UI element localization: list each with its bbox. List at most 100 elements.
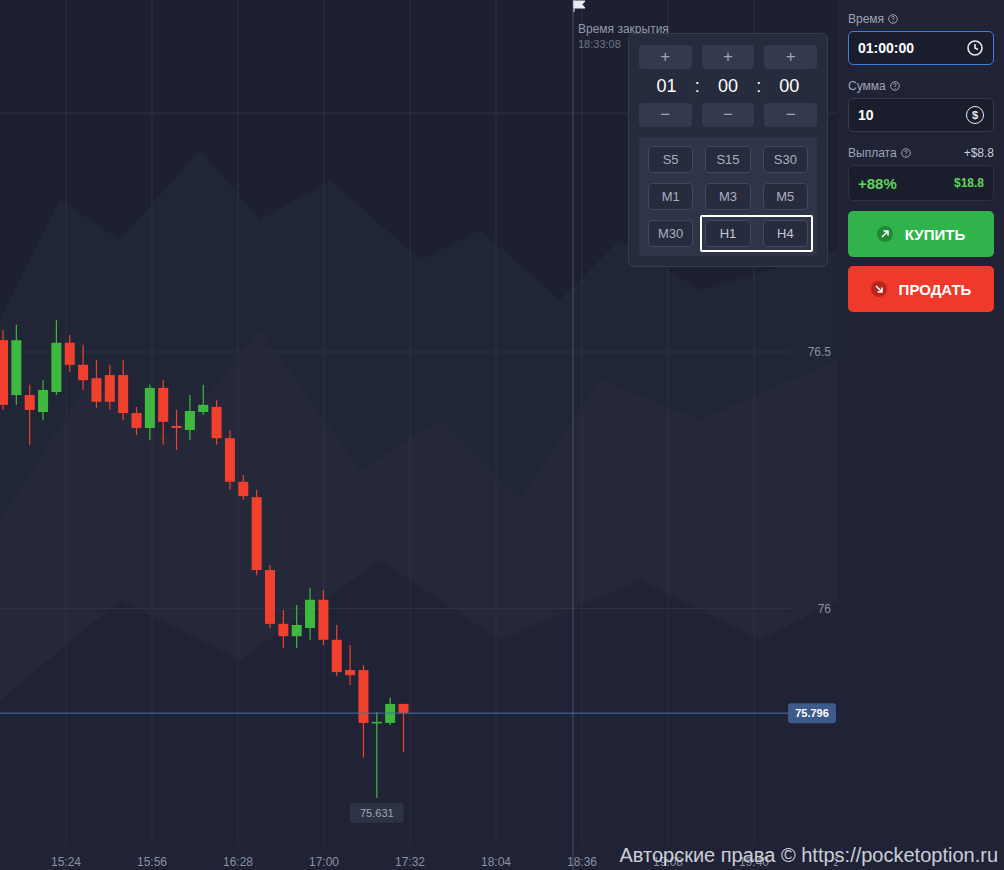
time-tick: 18:36 bbox=[567, 855, 597, 869]
candle bbox=[145, 385, 155, 440]
svg-text:75.631: 75.631 bbox=[360, 807, 394, 819]
candle bbox=[345, 645, 355, 685]
candle bbox=[238, 475, 248, 500]
preset-button[interactable]: S5 bbox=[648, 146, 693, 173]
sell-button[interactable]: ПРОДАТЬ bbox=[848, 266, 994, 312]
preset-grid: S5 S15 S30 M1 M3 M5 M30 H1 H4 bbox=[639, 137, 817, 256]
preset-button[interactable]: S30 bbox=[763, 146, 808, 173]
trading-screen: 75.79675.63176.57615:2415:5616:2817:0017… bbox=[0, 0, 1004, 870]
candle bbox=[78, 345, 88, 390]
time-digit[interactable]: 01 bbox=[652, 73, 682, 99]
candle bbox=[91, 360, 101, 408]
candle bbox=[172, 410, 182, 450]
candle bbox=[38, 380, 48, 420]
candle bbox=[0, 330, 8, 410]
current-price-badge: 75.796 bbox=[788, 703, 836, 723]
price-tick: 76 bbox=[818, 602, 832, 616]
candle bbox=[25, 385, 35, 445]
candle bbox=[132, 407, 142, 435]
buy-button[interactable]: КУПИТЬ bbox=[848, 211, 994, 257]
candle bbox=[118, 360, 128, 420]
time-tick: 20 bbox=[833, 855, 838, 869]
time-tick: 17:32 bbox=[395, 855, 425, 869]
time-separator: : bbox=[756, 76, 761, 97]
candle bbox=[225, 430, 235, 490]
clock-icon[interactable] bbox=[966, 39, 984, 57]
grid-line bbox=[410, 0, 411, 845]
help-icon[interactable] bbox=[890, 81, 900, 91]
preset-button[interactable]: M3 bbox=[705, 183, 750, 210]
candle bbox=[11, 325, 21, 405]
preset-button[interactable]: S15 bbox=[705, 146, 750, 173]
minus-button[interactable]: − bbox=[764, 103, 817, 127]
arrow-up-icon bbox=[880, 229, 890, 239]
time-tick: 15:56 bbox=[137, 855, 167, 869]
candle bbox=[318, 590, 328, 645]
candle bbox=[265, 565, 275, 628]
time-picker: +++ 01: 00: 00 −−− S5S15S30M1M3M5M30H1H4 bbox=[628, 33, 828, 267]
candle bbox=[372, 712, 382, 798]
grid-line bbox=[0, 352, 790, 353]
amount-label: Сумма bbox=[848, 79, 994, 93]
grid-line bbox=[582, 0, 583, 845]
closing-time-line bbox=[573, 0, 574, 870]
candle bbox=[198, 385, 208, 415]
minus-button[interactable]: − bbox=[639, 103, 692, 127]
candle bbox=[385, 698, 395, 725]
time-digit[interactable]: 00 bbox=[774, 73, 804, 99]
currency-badge[interactable]: $ bbox=[966, 106, 984, 124]
candle bbox=[399, 704, 409, 752]
grid-line bbox=[0, 608, 790, 609]
time-tick: 19:08 bbox=[653, 855, 683, 869]
payout-profit: +$8.8 bbox=[964, 146, 994, 160]
grid-line bbox=[238, 0, 239, 845]
candle bbox=[305, 588, 315, 640]
highlight-frame bbox=[700, 215, 813, 252]
price-tick: 76.5 bbox=[808, 345, 832, 359]
plus-button[interactable]: + bbox=[702, 45, 755, 69]
current-price-line bbox=[0, 713, 790, 714]
candle bbox=[278, 610, 288, 648]
background-photo bbox=[0, 0, 838, 870]
preset-button[interactable]: H4 bbox=[763, 220, 808, 247]
svg-text:75.796: 75.796 bbox=[795, 707, 829, 719]
preset-button[interactable]: M30 bbox=[648, 220, 693, 247]
preset-button[interactable]: M5 bbox=[763, 183, 808, 210]
help-icon[interactable] bbox=[888, 14, 898, 24]
candle bbox=[292, 605, 302, 648]
low-price-label: 75.631 bbox=[350, 803, 404, 823]
preset-button[interactable]: M1 bbox=[648, 183, 693, 210]
grid-line bbox=[324, 0, 325, 845]
candle bbox=[358, 665, 368, 758]
time-tick: 19:40 bbox=[739, 855, 769, 869]
payout-label: Выплата +$8.8 bbox=[848, 146, 994, 160]
time-field[interactable]: 01:00:00 bbox=[848, 31, 994, 65]
time-tick: 15:24 bbox=[51, 855, 81, 869]
time-tick: 18:04 bbox=[481, 855, 511, 869]
plus-button[interactable]: + bbox=[639, 45, 692, 69]
candle bbox=[212, 400, 222, 445]
trade-panel: Время 01:00:00 Сумма 10 $ Выплата +$8.8 … bbox=[838, 0, 1004, 870]
candle bbox=[105, 365, 115, 410]
preset-button[interactable]: H1 bbox=[705, 220, 750, 247]
candle bbox=[252, 490, 262, 575]
candle bbox=[332, 625, 342, 676]
candle bbox=[158, 380, 168, 445]
help-icon[interactable] bbox=[901, 148, 911, 158]
payout-box: +88% $18.8 bbox=[848, 165, 994, 201]
chart-area[interactable]: 75.79675.63176.57615:2415:5616:2817:0017… bbox=[0, 0, 838, 870]
arrow-down-icon bbox=[874, 284, 884, 294]
time-label: Время bbox=[848, 12, 994, 26]
plus-button[interactable]: + bbox=[764, 45, 817, 69]
time-digit[interactable]: 00 bbox=[713, 73, 743, 99]
candle bbox=[65, 335, 75, 372]
candle bbox=[51, 320, 61, 395]
candle bbox=[185, 395, 195, 440]
minus-button[interactable]: − bbox=[702, 103, 755, 127]
time-separator: : bbox=[695, 76, 700, 97]
amount-field[interactable]: 10 $ bbox=[848, 98, 994, 132]
time-tick: 17:00 bbox=[309, 855, 339, 869]
grid-line bbox=[66, 0, 67, 845]
watermark: Авторские права © https://pocketoption.r… bbox=[619, 844, 998, 867]
flag-icon bbox=[573, 0, 587, 12]
